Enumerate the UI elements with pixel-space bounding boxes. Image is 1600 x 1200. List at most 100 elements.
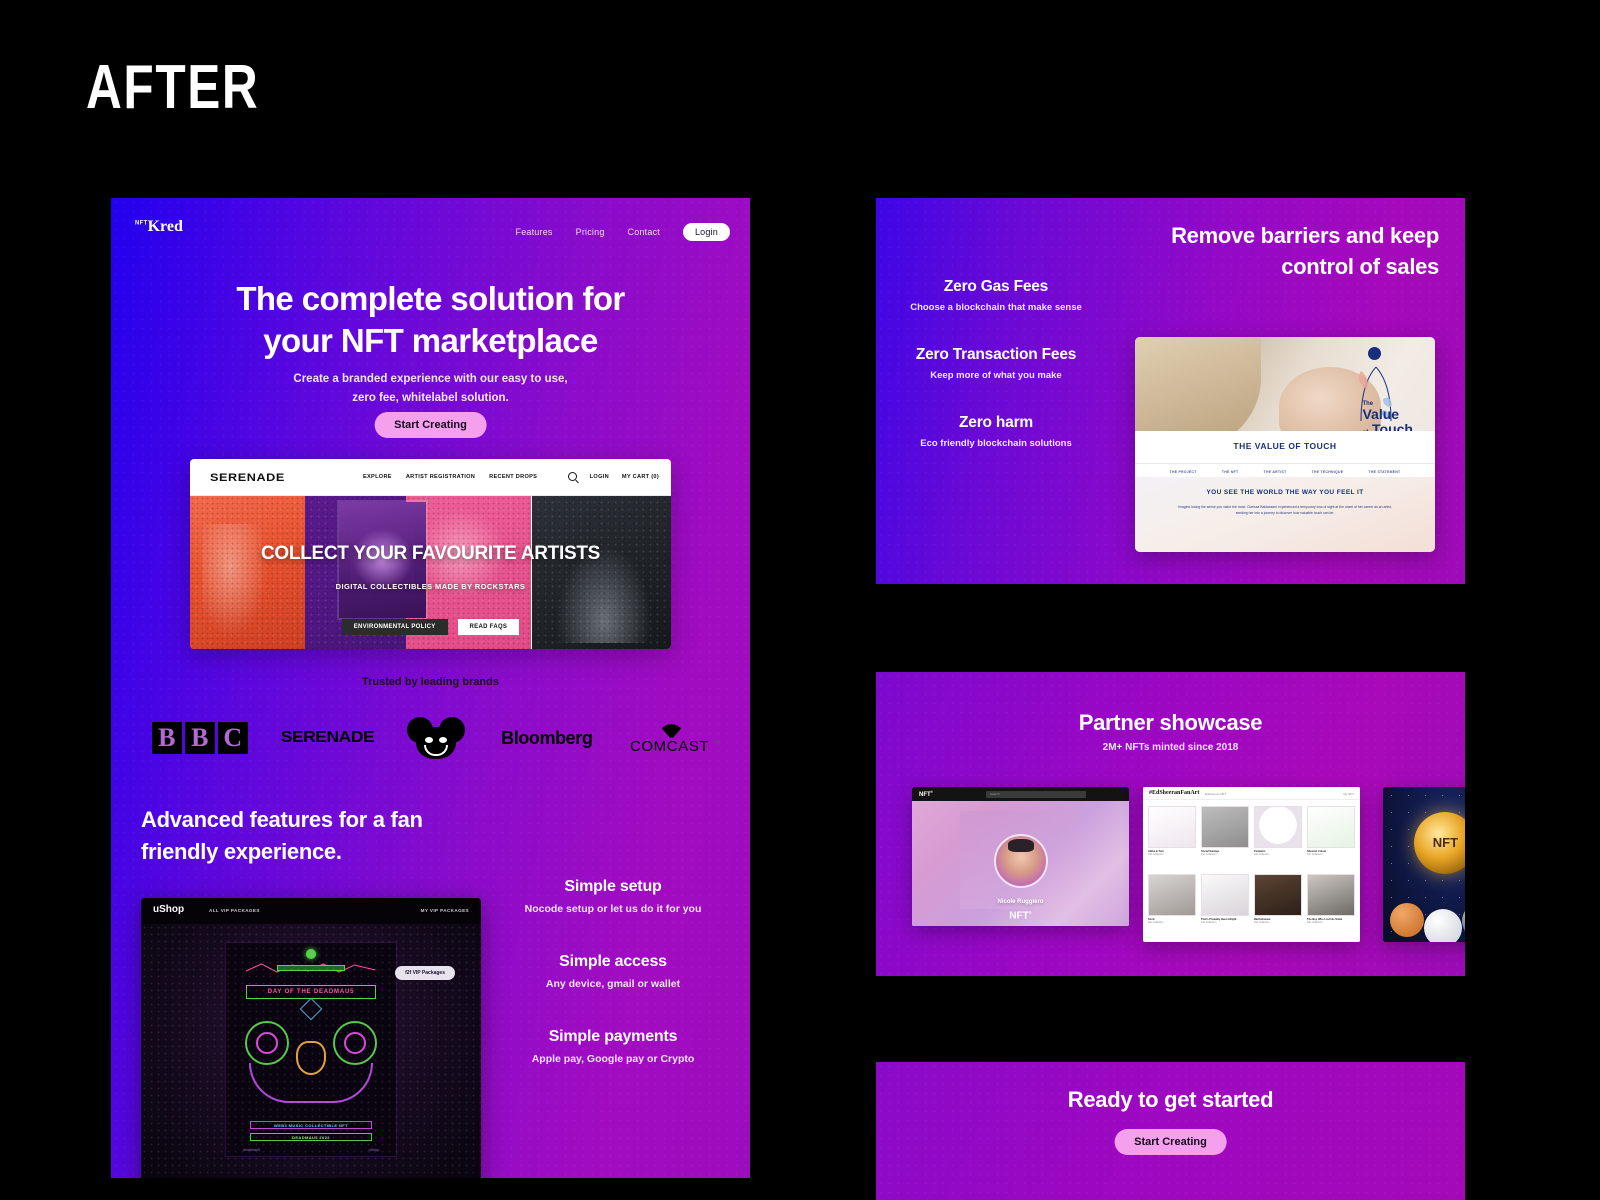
artwork-artist: Fan Collection bbox=[1148, 920, 1164, 924]
serenade-nav-explore[interactable]: EXPLORE bbox=[363, 474, 392, 480]
feature-item-simple-setup: Simple setup Nocode setup or let us do i… bbox=[484, 878, 742, 915]
artwork-artist: Fan Collection bbox=[1254, 920, 1270, 924]
ushop-navbar: uShop ALL VIP PACKAGES MY VIP PACKAGES bbox=[141, 898, 481, 924]
artwork-caption: The Boy Who Lost His Smile Fan Collection bbox=[1307, 918, 1355, 924]
showcase-card-nicole-ruggiero[interactable]: NFT® Search Nicole Ruggiero NFT® bbox=[912, 787, 1129, 926]
artwork-caption: Social Savings Fan Collection bbox=[1201, 850, 1249, 856]
artwork-tile[interactable]: That's Probably Been Alright Fan Collecti… bbox=[1201, 873, 1249, 937]
login-button[interactable]: Login bbox=[682, 223, 730, 241]
card-a-search-input[interactable]: Search bbox=[986, 790, 1086, 798]
artwork-caption: Abbie & Tom Fan Collection bbox=[1148, 850, 1196, 856]
artwork-tile[interactable]: The Boy Who Lost His Smile Fan Collection bbox=[1307, 873, 1355, 937]
serenade-login-link[interactable]: LOGIN bbox=[590, 474, 609, 480]
nav-links: Features Pricing Contact Login bbox=[516, 223, 730, 241]
avatar bbox=[993, 833, 1048, 888]
artwork-tile[interactable]: Fantastic Fan Collection bbox=[1254, 806, 1302, 869]
artwork-image bbox=[1148, 806, 1196, 848]
card-c-body: NFT bbox=[1383, 787, 1465, 942]
ushop-nav-all-packages[interactable]: ALL VIP PACKAGES bbox=[209, 908, 260, 913]
artwork-caption: Bartholomew Fan Collection bbox=[1254, 918, 1302, 924]
zero-fees-list: Zero Gas Fees Choose a blockchain that m… bbox=[896, 278, 1096, 482]
showcase-card-fanart-gallery[interactable]: #EdSheeranFanArt Edsheeran NFT My NFT Ab… bbox=[1143, 787, 1360, 942]
showcase-card-nft-sports[interactable]: NFT bbox=[1383, 787, 1465, 942]
advanced-heading: Advanced features for a fan friendly exp… bbox=[141, 804, 491, 868]
serenade-cart-link[interactable]: MY CART (0) bbox=[622, 474, 659, 480]
value-subheading: YOU SEE THE WORLD THE WAY YOU FEEL IT bbox=[1206, 489, 1364, 496]
artwork-caption: Sheeran Colour Fan Collection bbox=[1307, 850, 1355, 856]
hero-headline: The complete solution for your NFT marke… bbox=[111, 278, 750, 362]
brand-logo-name: Kred bbox=[147, 218, 183, 235]
hero-subtext: Create a branded experience with our eas… bbox=[111, 370, 750, 408]
artwork-artist: Fan Collection bbox=[1307, 920, 1323, 924]
nav-item-contact[interactable]: Contact bbox=[628, 227, 660, 237]
feature-desc: Any device, gmail or wallet bbox=[545, 978, 681, 990]
brand-logo-comcast: COMCAST bbox=[630, 722, 709, 755]
environmental-policy-button[interactable]: ENVIRONMENTAL POLICY bbox=[341, 619, 448, 635]
artwork-tile[interactable]: Abbie & Tom Fan Collection bbox=[1148, 806, 1196, 869]
artwork-tile[interactable]: Bartholomew Fan Collection bbox=[1254, 873, 1302, 937]
artwork-artist: Fan Collection bbox=[1148, 853, 1164, 856]
poster-footer-left: deadmau5 bbox=[243, 1148, 260, 1152]
artwork-caption: Scott Fan Collection bbox=[1148, 918, 1196, 924]
serenade-banner-title: COLLECT YOUR FAVOURITE ARTISTS bbox=[261, 543, 600, 565]
feature-title: Simple setup bbox=[564, 878, 662, 895]
value-nav-the-technique[interactable]: THE TECHNIQUE bbox=[1312, 470, 1344, 474]
card-b-navbar: #EdSheeranFanArt Edsheeran NFT My NFT bbox=[1143, 787, 1360, 800]
start-creating-button-footer[interactable]: Start Creating bbox=[1114, 1129, 1227, 1155]
artwork-caption: That's Probably Been Alright Fan Collecti… bbox=[1201, 918, 1249, 924]
start-creating-button[interactable]: Start Creating bbox=[374, 412, 487, 438]
card-a-logo-text: NFT bbox=[919, 792, 931, 798]
artwork-artist: Fan Collection bbox=[1254, 853, 1270, 856]
nav-item-features[interactable]: Features bbox=[516, 227, 553, 237]
poster-diamond bbox=[299, 997, 323, 1021]
value-heading: THE VALUE OF TOUCH bbox=[1233, 441, 1337, 451]
zero-desc: Eco friendly blockchain solutions bbox=[920, 438, 1072, 449]
card-b-subtitle: Edsheeran NFT bbox=[1205, 792, 1227, 796]
card-b-my-nft-link[interactable]: My NFT bbox=[1343, 792, 1354, 796]
search-icon[interactable] bbox=[567, 472, 577, 481]
poster-dot-icon bbox=[306, 949, 316, 959]
ushop-nav-my-packages[interactable]: MY VIP PACKAGES bbox=[421, 908, 469, 913]
feature-list: Simple setup Nocode setup or let us do i… bbox=[484, 878, 742, 1103]
barriers-heading-line2: control of sales bbox=[1281, 254, 1439, 280]
serenade-nav-recent-drops[interactable]: RECENT DROPS bbox=[489, 474, 537, 480]
hero-panel: NFTKred Features Pricing Contact Login T… bbox=[111, 198, 750, 1178]
advanced-heading-line1: Advanced features for a fan bbox=[141, 807, 423, 832]
brand-logo-bloomberg: Bloomberg bbox=[501, 727, 593, 748]
poster-footer: deadmau5 uShop bbox=[243, 1148, 379, 1152]
value-nav-the-statement[interactable]: THE STATEMENT bbox=[1369, 470, 1401, 474]
poster-title: DAY OF THE DEADMAU5 bbox=[246, 985, 376, 999]
zero-item-gas-fees: Zero Gas Fees Choose a blockchain that m… bbox=[896, 278, 1096, 313]
zero-title: Zero Gas Fees bbox=[943, 278, 1049, 295]
artwork-artist: Fan Collection bbox=[1201, 920, 1217, 924]
serenade-nav-links: EXPLORE ARTIST REGISTRATION RECENT DROPS bbox=[363, 474, 537, 480]
serenade-logo: SERENADE bbox=[210, 472, 285, 484]
poster-footer-right: uShop bbox=[368, 1148, 379, 1152]
artwork-tile[interactable]: Social Savings Fan Collection bbox=[1201, 806, 1249, 869]
value-nav-the-nft[interactable]: THE NFT bbox=[1222, 470, 1238, 474]
artwork-artist: Fan Collection bbox=[1201, 853, 1217, 856]
brand-logo[interactable]: NFTKred bbox=[135, 218, 183, 236]
zero-title: Zero Transaction Fees bbox=[915, 346, 1077, 363]
barriers-panel: Remove barriers and keep control of sale… bbox=[876, 198, 1465, 584]
artwork-image bbox=[1307, 873, 1355, 916]
site-navbar: NFTKred Features Pricing Contact Login bbox=[111, 198, 750, 264]
value-of-touch-mockup: The Value of Touch THE VALUE OF TOUCH TH… bbox=[1135, 337, 1435, 552]
nav-item-pricing[interactable]: Pricing bbox=[576, 227, 605, 237]
ready-cta-panel: Ready to get started Start Creating bbox=[876, 1062, 1465, 1200]
deadmau5-poster: DAY OF THE DEADMAU5 WEB3 MUSIC COLLECTIB… bbox=[225, 942, 397, 1157]
hero-headline-line1: The complete solution for bbox=[236, 280, 625, 317]
brand-logo-serenade: SERENADE bbox=[280, 729, 375, 746]
serenade-nav-artist-registration[interactable]: ARTIST REGISTRATION bbox=[406, 474, 475, 480]
artwork-tile[interactable]: Scott Fan Collection bbox=[1148, 873, 1196, 937]
artwork-tile[interactable]: Sheeran Colour Fan Collection bbox=[1307, 806, 1355, 869]
value-wordmark-value: Value bbox=[1362, 406, 1400, 423]
page-title: AFTER bbox=[86, 53, 260, 122]
feature-item-simple-access: Simple access Any device, gmail or walle… bbox=[484, 953, 742, 990]
value-nav-the-artist[interactable]: THE ARTIST bbox=[1264, 470, 1287, 474]
vip-packages-pill[interactable]: f2f VIP Packages bbox=[395, 966, 455, 980]
brand-logo-bbc: BBC bbox=[151, 722, 248, 754]
read-faqs-button[interactable]: READ FAQS bbox=[457, 619, 520, 635]
poster-zigzag bbox=[246, 961, 376, 975]
value-nav-the-project[interactable]: THE PROJECT bbox=[1170, 470, 1197, 474]
